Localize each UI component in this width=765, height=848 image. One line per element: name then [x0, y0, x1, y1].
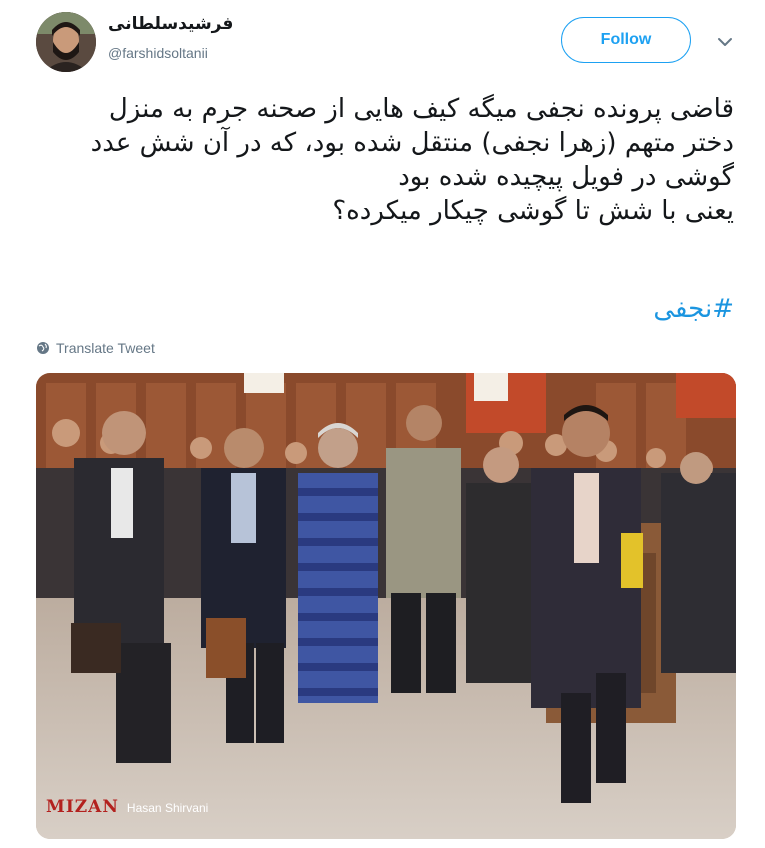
tweet-line: قاضی پرونده نجفی میگه کیف هایی از صحنه ج…	[108, 94, 734, 124]
avatar-portrait	[36, 12, 96, 72]
photo-watermark: MIZAN Hasan Shirvani	[46, 797, 208, 817]
user-avatar[interactable]	[36, 12, 96, 72]
display-name[interactable]: فرشیدسلطانی	[108, 14, 233, 34]
tweet-text: قاضی پرونده نجفی میگه کیف هایی از صحنه ج…	[36, 92, 734, 228]
globe-icon	[37, 342, 49, 354]
chevron-down-icon[interactable]	[714, 31, 736, 53]
tweet-line: گوشی در فویل پیچیده شده بود	[398, 162, 734, 192]
watermark-logo: MIZAN	[46, 797, 119, 817]
user-handle[interactable]: @farshidsoltanii	[108, 45, 208, 61]
tweet-line: یعنی با شش تا گوشی چیکار میکرده؟	[332, 196, 734, 226]
courtroom-photo	[36, 373, 736, 839]
hashtag-text[interactable]: #نجفی	[653, 294, 734, 324]
tweet-line: دختر متهم (زهرا نجفی) منتقل شده بود، که …	[90, 128, 734, 158]
tweet-photo[interactable]: MIZAN Hasan Shirvani	[36, 373, 736, 839]
hashtag-link[interactable]: #نجفی	[36, 294, 734, 324]
watermark-credit: Hasan Shirvani	[126, 801, 209, 815]
translate-tweet-link[interactable]: Translate Tweet	[36, 340, 155, 356]
follow-button[interactable]: Follow	[561, 17, 691, 63]
translate-label[interactable]: Translate Tweet	[56, 340, 155, 356]
